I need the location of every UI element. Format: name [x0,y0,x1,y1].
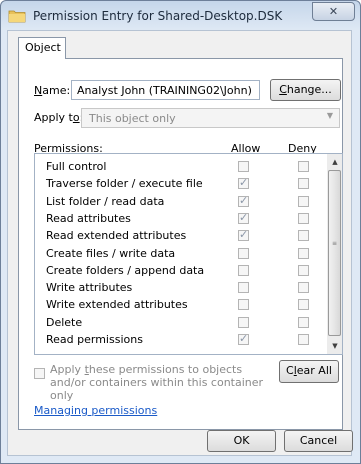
permissions-list[interactable]: Full control Traverse folder / execute fi… [34,153,343,355]
permission-row: Create files / write data [35,245,325,262]
allow-checkbox[interactable] [238,161,249,172]
clear-all-label: Clear All [286,364,332,377]
apply-to-dropdown[interactable]: This object only ▼ [81,108,340,128]
cancel-label: Cancel [299,434,338,447]
permission-row: Read attributes ✓ [35,210,325,227]
deny-checkbox[interactable] [298,161,309,172]
apply-to-children-label: Apply these permissions to objects and/o… [50,363,264,402]
principal-name-field: Analyst John (TRAINING02\John) [71,80,260,100]
permission-label: Read permissions [46,333,143,346]
checkmark-icon: ✓ [239,210,249,224]
window-title: Permission Entry for Shared-Desktop.DSK [33,9,283,23]
permission-label: Read extended attributes [46,229,187,243]
chevron-down-icon: ▼ [326,111,333,120]
deny-checkbox[interactable] [298,212,309,224]
permission-row: Full control [35,158,325,175]
permission-row: Delete [35,314,325,331]
apply-to-children-checkbox[interactable] [34,368,45,379]
deny-checkbox[interactable] [298,316,309,328]
apply-to-label: Apply to: [34,111,83,124]
permission-label: Traverse folder / execute file [46,177,203,191]
checkmark-icon: ✓ [239,228,249,242]
principal-name-value: Analyst John (TRAINING02\John) [77,84,252,97]
permission-label: Create files / write data [46,246,176,260]
permission-row: Write attributes [35,279,325,296]
allow-checkbox[interactable]: ✓ [238,332,249,345]
permission-label: Delete [46,315,83,329]
permission-label: Full control [46,160,107,173]
scroll-up-arrow-icon[interactable]: ▲ [327,154,342,170]
permission-label: List folder / read data [46,194,165,208]
deny-checkbox[interactable] [298,195,309,207]
title-bar[interactable]: Permission Entry for Shared-Desktop.DSK … [1,1,360,32]
checkmark-icon: ✓ [239,332,249,345]
cancel-button[interactable]: Cancel [284,430,353,452]
allow-checkbox[interactable] [238,316,249,328]
allow-checkbox[interactable]: ✓ [238,228,249,242]
checkmark-icon: ✓ [239,193,249,207]
deny-checkbox[interactable] [298,282,309,294]
deny-checkbox[interactable] [298,230,309,242]
ok-label: OK [233,434,250,447]
close-button[interactable]: ✕ [312,2,355,21]
folder-icon [8,10,26,23]
permission-label: Write attributes [46,281,133,295]
ok-button[interactable]: OK [207,430,276,452]
scrollbar-thumb[interactable]: ≡ [328,170,341,336]
allow-checkbox[interactable] [238,282,249,294]
deny-checkbox[interactable] [298,264,309,276]
permission-row: List folder / read data ✓ [35,193,325,210]
deny-checkbox[interactable] [298,247,309,259]
scroll-down-arrow-icon[interactable]: ▼ [327,338,342,354]
deny-checkbox[interactable] [298,178,309,190]
apply-to-value: This object only [89,112,176,125]
permission-label: Create folders / append data [46,263,205,277]
managing-permissions-link[interactable]: Managing permissions [34,404,157,417]
allow-checkbox[interactable]: ✓ [238,193,249,207]
permission-row: Create folders / append data [35,262,325,279]
grip-icon: ≡ [332,240,338,247]
permissions-scrollbar[interactable]: ▲ ≡ ▼ [327,154,342,354]
permission-row: Traverse folder / execute file ✓ [35,175,325,192]
tab-object-label: Object [25,41,61,54]
permission-label: Write extended attributes [46,298,188,312]
permission-label: Read attributes [46,211,131,225]
allow-checkbox[interactable]: ✓ [238,210,249,224]
change-button[interactable]: Change... [270,79,341,101]
deny-checkbox[interactable] [298,334,309,345]
permission-row: Read permissions ✓ [35,331,325,348]
deny-checkbox[interactable] [298,299,309,311]
tab-object[interactable]: Object [18,37,66,59]
allow-checkbox[interactable]: ✓ [238,176,249,190]
allow-checkbox[interactable] [238,264,249,276]
allow-checkbox[interactable] [238,247,249,259]
clear-all-button[interactable]: Clear All [279,360,339,383]
permission-row: Write extended attributes [35,296,325,313]
allow-checkbox[interactable] [238,299,249,311]
checkmark-icon: ✓ [239,176,249,190]
permission-row: Read extended attributes ✓ [35,227,325,244]
change-button-label: Change... [279,83,332,96]
close-icon: ✕ [328,5,339,18]
name-label: Name: [34,84,71,97]
